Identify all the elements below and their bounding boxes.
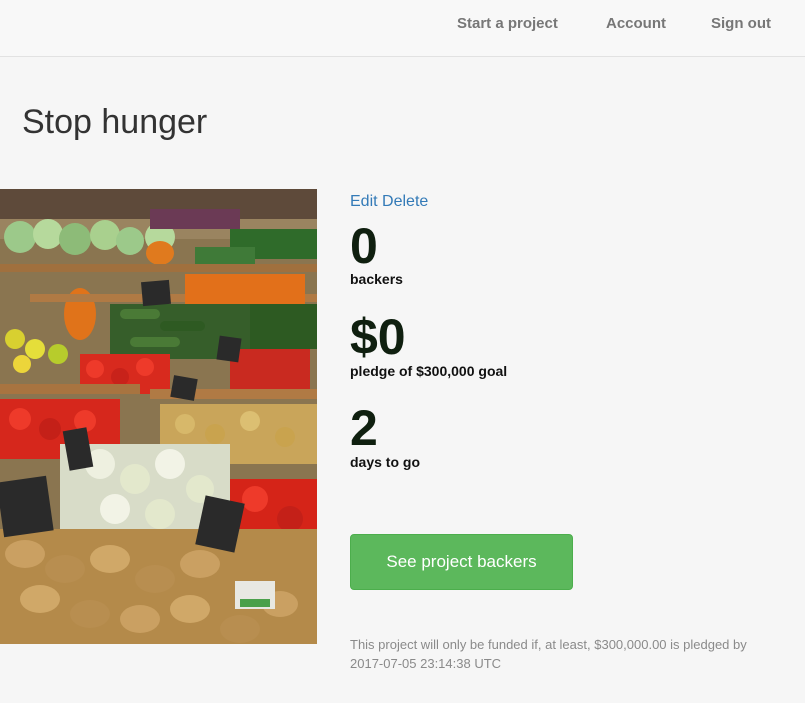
pledged-amount: $0 (350, 309, 406, 365)
project-title: Stop hunger (22, 103, 208, 141)
edit-link[interactable]: Edit (350, 193, 378, 210)
delete-link[interactable]: Delete (382, 193, 428, 210)
days-remaining: 2 (350, 400, 378, 456)
top-navbar: Start a project Account Sign out (0, 0, 805, 57)
days-label: days to go (350, 454, 421, 470)
project-image (0, 189, 317, 644)
backers-label: backers (350, 271, 403, 287)
project-actions: Edit Delete (350, 193, 428, 211)
account-link[interactable]: Account (606, 15, 666, 32)
pledge-goal-label: pledge of $300,000 goal (350, 363, 508, 379)
see-project-backers-button[interactable]: See project backers (350, 534, 573, 590)
backers-count: 0 (350, 218, 378, 274)
vegetable-market-illustration (0, 189, 317, 644)
funding-notice: This project will only be funded if, at … (350, 637, 747, 671)
start-project-link[interactable]: Start a project (457, 15, 558, 32)
sign-out-link[interactable]: Sign out (711, 15, 771, 32)
